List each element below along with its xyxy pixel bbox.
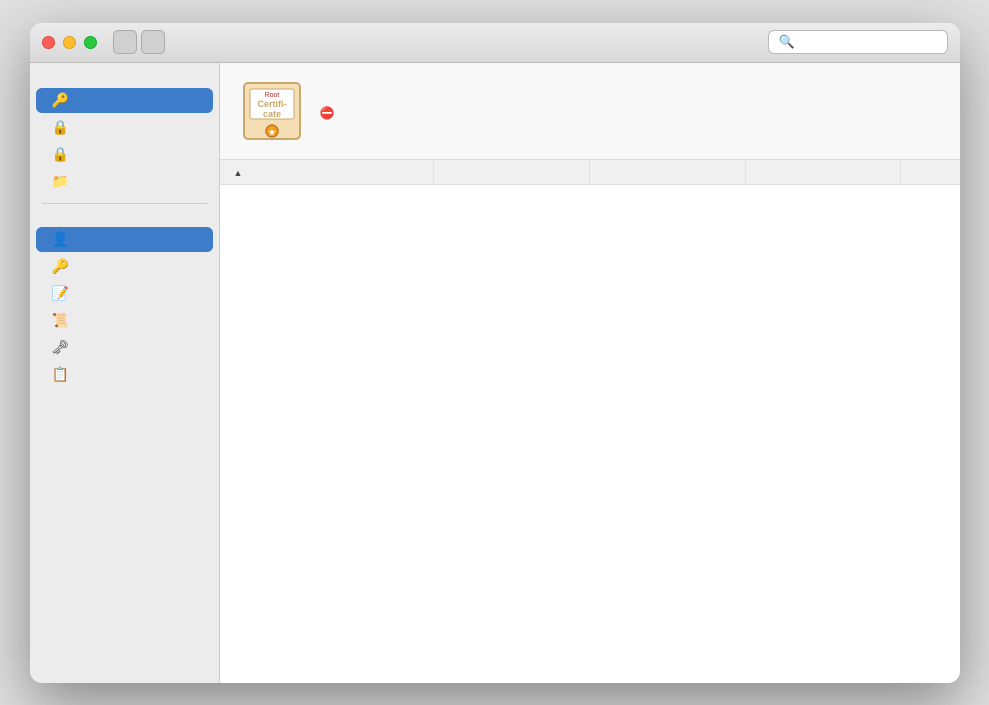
sidebar-item-login[interactable]: 🔑 — [36, 88, 213, 113]
detail-warning: ⛔ — [320, 106, 940, 120]
svg-text:Certifi-: Certifi- — [257, 99, 286, 109]
local-items-icon: 🔒 — [52, 119, 68, 136]
col-expires[interactable] — [745, 160, 901, 185]
sidebar-item-secure-notes[interactable]: 📝 — [36, 281, 213, 306]
sidebar-divider — [42, 203, 207, 204]
sidebar-item-my-certificates[interactable]: 📜 — [36, 308, 213, 333]
sidebar: 🔑 🔒 🔒 📁 👤 🔑 — [30, 63, 220, 683]
main-content: Certifi- cate ★ Root ⛔ — [220, 63, 960, 683]
close-button[interactable] — [42, 36, 55, 49]
certificates-icon: 📋 — [52, 366, 68, 383]
main-window: 🔍 🔑 🔒 🔒 📁 — [30, 23, 960, 683]
maximize-button[interactable] — [84, 36, 97, 49]
system-roots-icon: 📁 — [52, 173, 68, 190]
traffic-lights — [42, 36, 97, 49]
table-container[interactable]: ▲ — [220, 160, 960, 683]
keychains-label — [30, 73, 219, 87]
secure-notes-icon: 📝 — [52, 285, 68, 302]
table-header-row: ▲ — [220, 160, 960, 185]
sort-arrow-icon: ▲ — [234, 168, 243, 178]
search-box[interactable]: 🔍 — [768, 30, 948, 54]
cert-icon: Certifi- cate ★ Root — [240, 79, 304, 143]
my-certs-icon: 📜 — [52, 312, 68, 329]
content-area: 🔑 🔒 🔒 📁 👤 🔑 — [30, 63, 960, 683]
info-button[interactable] — [141, 30, 165, 54]
passwords-icon: 🔑 — [52, 258, 68, 275]
login-icon: 🔑 — [52, 92, 68, 109]
svg-text:cate: cate — [262, 109, 280, 119]
system-icon: 🔒 — [52, 146, 68, 163]
svg-text:Root: Root — [264, 92, 279, 99]
col-date[interactable] — [589, 160, 745, 185]
search-input[interactable] — [801, 35, 937, 50]
col-keychain[interactable] — [901, 160, 960, 185]
warning-icon: ⛔ — [320, 106, 335, 120]
detail-info: ⛔ — [320, 102, 940, 120]
sidebar-item-all-items[interactable]: 👤 — [36, 227, 213, 252]
col-name[interactable]: ▲ — [220, 160, 434, 185]
svg-text:★: ★ — [268, 128, 276, 137]
col-kind[interactable] — [434, 160, 590, 185]
all-items-icon: 👤 — [52, 231, 68, 248]
sidebar-item-keys[interactable]: 🗝 — [36, 335, 213, 360]
search-icon: 🔍 — [779, 34, 795, 50]
sidebar-item-local-items[interactable]: 🔒 — [36, 115, 213, 140]
minimize-button[interactable] — [63, 36, 76, 49]
sidebar-item-certificates[interactable]: 📋 — [36, 362, 213, 387]
keys-icon: 🗝 — [52, 339, 68, 356]
sidebar-item-system-roots[interactable]: 📁 — [36, 169, 213, 194]
sidebar-item-system[interactable]: 🔒 — [36, 142, 213, 167]
add-button[interactable] — [113, 30, 137, 54]
sidebar-item-passwords[interactable]: 🔑 — [36, 254, 213, 279]
titlebar: 🔍 — [30, 23, 960, 63]
detail-header: Certifi- cate ★ Root ⛔ — [220, 63, 960, 160]
items-table: ▲ — [220, 160, 960, 185]
category-label — [30, 212, 219, 226]
